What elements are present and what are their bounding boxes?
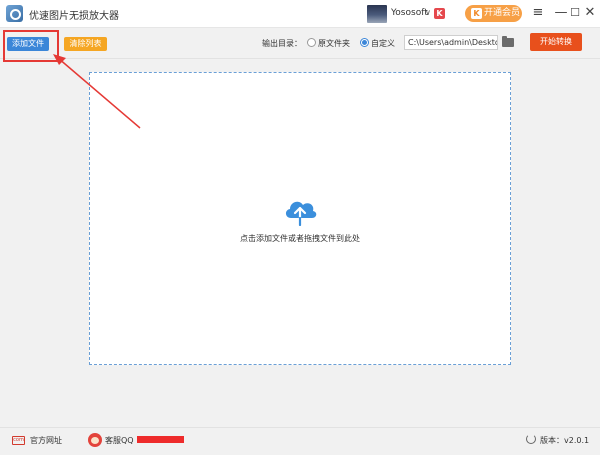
- annotation-highlight-box: [3, 30, 59, 62]
- chevron-down-icon[interactable]: ∨: [425, 8, 431, 17]
- app-logo-icon: [6, 5, 23, 22]
- output-path-input[interactable]: C:\Users\admin\Deskto: [404, 35, 498, 50]
- avatar[interactable]: [367, 5, 387, 23]
- refresh-icon[interactable]: [526, 434, 536, 444]
- vip-button[interactable]: K 开通会员: [465, 5, 522, 22]
- redacted-qq-number: [137, 436, 184, 443]
- app-title: 优速图片无损放大器: [29, 11, 119, 22]
- radio-custom-label[interactable]: 自定义: [371, 38, 395, 49]
- vip-icon: K: [471, 8, 482, 19]
- close-button[interactable]: ✕: [581, 4, 599, 22]
- clear-list-button[interactable]: 清除列表: [64, 37, 107, 51]
- radio-original-label[interactable]: 原文件夹: [318, 38, 350, 49]
- website-icon[interactable]: com: [12, 436, 25, 445]
- cloud-upload-icon[interactable]: [282, 196, 318, 226]
- brand-badge-icon: K: [434, 8, 445, 19]
- output-dir-label: 输出目录：: [262, 39, 302, 48]
- vip-button-label: 开通会员: [484, 8, 521, 18]
- support-qq-label[interactable]: 客服QQ: [105, 435, 134, 446]
- title-bar: 优速图片无损放大器 Yososoft ∨ K K 开通会员 ≡ — ☐ ✕: [0, 0, 600, 28]
- radio-original-folder[interactable]: [307, 38, 316, 47]
- customer-service-icon[interactable]: [88, 433, 102, 447]
- version-label: 版本：v2.0.1: [540, 436, 590, 445]
- radio-custom-folder[interactable]: [360, 38, 369, 47]
- username[interactable]: Yososoft: [391, 8, 428, 18]
- start-convert-button[interactable]: 开始转换: [530, 33, 582, 51]
- drop-hint-text: 点击添加文件或者拖拽文件到此处: [240, 234, 360, 243]
- website-link[interactable]: 官方网址: [30, 435, 62, 446]
- menu-icon[interactable]: ≡: [529, 4, 547, 22]
- folder-icon[interactable]: [502, 36, 514, 47]
